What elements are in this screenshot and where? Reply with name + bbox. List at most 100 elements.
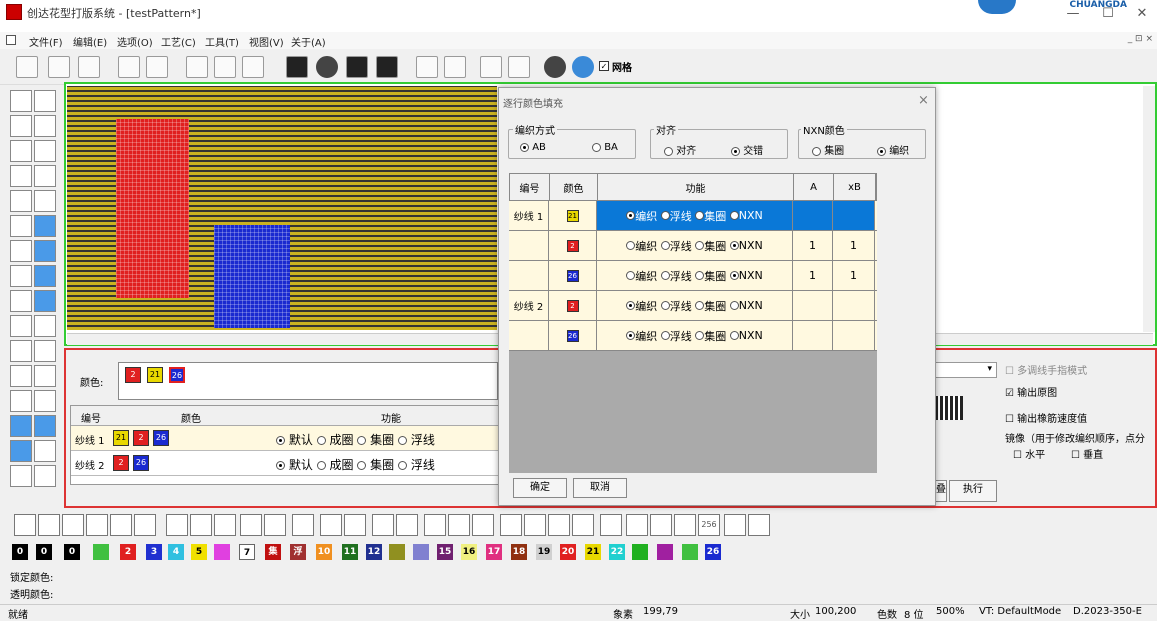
table-row[interactable]: 纱线 2 2 26 默认 成圈 集圈 浮线 — [71, 451, 499, 476]
palette-color-8[interactable]: 6 — [214, 544, 230, 560]
fill-icon[interactable] — [724, 514, 746, 536]
straight-line-icon[interactable] — [10, 190, 32, 212]
curve-icon[interactable] — [34, 190, 56, 212]
diamond-shape-icon[interactable] — [372, 514, 394, 536]
dt-row-b[interactable]: 1 — [833, 231, 875, 260]
circle-grid-icon[interactable] — [424, 514, 446, 536]
table-row[interactable]: 纱线 2 2 编织 浮线 集圈 NXN — [509, 291, 877, 321]
multi-yarn-option[interactable]: ☐ 多调线手指模式 — [1005, 362, 1087, 377]
palette-color-20[interactable]: 18 — [511, 544, 527, 560]
menu-about[interactable]: 关于(A) — [291, 34, 326, 49]
palette-color-16[interactable]: 14 — [413, 544, 429, 560]
palette-color-25[interactable]: 23 — [632, 544, 648, 560]
dt-row-a[interactable] — [793, 321, 833, 350]
stack-icon[interactable] — [346, 56, 368, 78]
crosshair-icon[interactable] — [600, 514, 622, 536]
palette-color-21[interactable]: 19 — [536, 544, 552, 560]
pattern-c-icon[interactable] — [10, 390, 32, 412]
lasso-icon[interactable] — [34, 115, 56, 137]
align-align-radio[interactable]: 对齐 — [664, 142, 696, 157]
free-select-icon[interactable] — [10, 140, 32, 162]
open-folder-icon[interactable] — [48, 56, 70, 78]
hatch-a-icon[interactable] — [240, 514, 262, 536]
square-icon[interactable] — [38, 514, 60, 536]
hand-icon[interactable] — [34, 390, 56, 412]
square-icon[interactable] — [62, 514, 84, 536]
palette-color-18[interactable]: 16 — [461, 544, 477, 560]
menu-file[interactable]: 文件(F) — [29, 34, 63, 49]
color-chip-21[interactable]: 21 — [147, 367, 163, 383]
palette-color-9[interactable]: 7 — [239, 544, 255, 560]
menu-tools[interactable]: 工具(T) — [205, 34, 239, 49]
dialog-close-button[interactable]: × — [918, 93, 929, 108]
picker-a-icon[interactable] — [10, 415, 32, 437]
nxn-tuck-radio[interactable]: 集圈 — [812, 142, 844, 157]
align-stagger-radio[interactable]: 交错 — [731, 142, 763, 157]
menu-view[interactable]: 视图(V) — [249, 34, 284, 49]
circle-icon[interactable] — [448, 514, 470, 536]
settings-gear-icon[interactable] — [316, 56, 338, 78]
frame-a-icon[interactable] — [500, 514, 522, 536]
table-row[interactable]: 2 编织 浮线 集圈 NXN 1 1 — [509, 231, 877, 261]
bars-icon[interactable] — [480, 56, 502, 78]
palette-color-22[interactable]: 20 — [560, 544, 576, 560]
output-rubber-option[interactable]: ☐ 输出橡筋速度值 — [1005, 410, 1087, 425]
rounded-rect-filled-icon[interactable] — [34, 240, 56, 262]
prev-button[interactable]: 叠 — [935, 480, 947, 502]
table-row[interactable]: 纱线 1 21 编织 浮线 集圈 NXN — [509, 201, 877, 231]
arrow-up-icon[interactable] — [674, 514, 696, 536]
eraser-icon[interactable] — [10, 165, 32, 187]
fill-pattern-icon[interactable] — [286, 56, 308, 78]
pattern-b-icon[interactable] — [34, 365, 56, 387]
dt-row-a[interactable]: 1 — [793, 231, 833, 260]
mode-dropdown[interactable]: ▾ — [935, 362, 997, 378]
palette-color-24[interactable]: 22 — [609, 544, 625, 560]
arrow-left-icon[interactable] — [650, 514, 672, 536]
func-radio-group[interactable]: 默认 成圈 集圈 浮线 — [276, 456, 435, 473]
menu-edit[interactable]: 编辑(E) — [73, 34, 107, 49]
paste-icon[interactable] — [242, 56, 264, 78]
palette-color-0[interactable]: 0 — [12, 544, 28, 560]
palette-color-13[interactable]: 11 — [342, 544, 358, 560]
scissors-icon[interactable] — [10, 465, 32, 487]
palette-color-28[interactable]: 26 — [705, 544, 721, 560]
palette-color-3[interactable]: 1 — [93, 544, 109, 560]
palette-color-27[interactable]: 25 — [682, 544, 698, 560]
shield-icon[interactable] — [472, 514, 494, 536]
menu-craft[interactable]: 工艺(C) — [161, 34, 196, 49]
palette-color-6[interactable]: 4 — [168, 544, 184, 560]
cut-icon[interactable] — [214, 56, 236, 78]
palette-icon[interactable] — [34, 440, 56, 462]
step-b-icon[interactable] — [190, 514, 212, 536]
save-icon[interactable] — [78, 56, 100, 78]
func-radio-group[interactable]: 默认 成圈 集圈 浮线 — [276, 431, 435, 448]
copy-icon[interactable] — [186, 56, 208, 78]
mirror-horizontal-option[interactable]: ☐ 水平 — [1013, 446, 1045, 461]
palette-color-17[interactable]: 15 — [437, 544, 453, 560]
pen-icon[interactable] — [34, 140, 56, 162]
text-tool-icon[interactable] — [34, 315, 56, 337]
palette-color-19[interactable]: 17 — [486, 544, 502, 560]
minimize-button[interactable]: — — [1058, 6, 1088, 24]
layers-icon[interactable] — [376, 56, 398, 78]
pencil-icon[interactable] — [34, 165, 56, 187]
copy-block-icon[interactable] — [748, 514, 770, 536]
vbar-icon[interactable] — [344, 514, 366, 536]
nxn-knit-radio[interactable]: 编织 — [877, 142, 909, 157]
palette-color-10[interactable]: 集 — [265, 544, 281, 560]
knit-ab-radio[interactable]: AB — [520, 142, 546, 153]
rect-filled-icon[interactable] — [34, 215, 56, 237]
table-row[interactable]: 26 编织 浮线 集圈 NXN 1 1 — [509, 261, 877, 291]
menu-options[interactable]: 选项(O) — [117, 34, 153, 49]
color-fill-icon[interactable] — [10, 340, 32, 362]
rect-outline-icon[interactable] — [10, 215, 32, 237]
frame-b-icon[interactable] — [524, 514, 546, 536]
fill-bucket-icon[interactable] — [10, 315, 32, 337]
rect-select-icon[interactable] — [10, 115, 32, 137]
dt-row-func[interactable]: 编织 浮线 集圈 NXN — [597, 321, 793, 350]
print-icon[interactable] — [416, 56, 438, 78]
redo-icon[interactable] — [146, 56, 168, 78]
palette-color-26[interactable]: 24 — [657, 544, 673, 560]
square-icon[interactable] — [14, 514, 36, 536]
rounded-rect-icon[interactable] — [10, 240, 32, 262]
